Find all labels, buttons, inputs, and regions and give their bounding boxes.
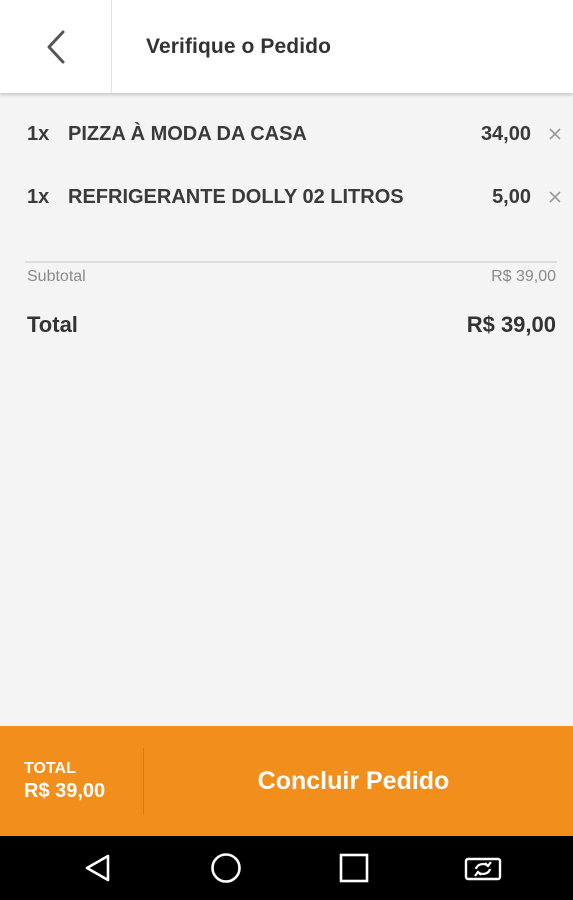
nav-recents-button[interactable]: [314, 836, 394, 900]
item-name: PIZZA À MODA DA CASA: [68, 123, 307, 145]
item-quantity: 1x: [27, 186, 50, 208]
item-price: 5,00: [492, 186, 531, 208]
square-recents-icon: [339, 853, 369, 883]
order-item: 1x REFRIGERANTE DOLLY 02 LITROS 5,00: [0, 168, 573, 231]
system-nav-bar: [0, 836, 573, 900]
total-label: Total: [27, 312, 78, 337]
close-icon: [549, 128, 561, 140]
summary-divider: [25, 261, 557, 263]
order-item: 1x PIZZA À MODA DA CASA 34,00: [0, 105, 573, 168]
order-item-list: 1x PIZZA À MODA DA CASA 34,00 1x REFRIGE…: [0, 105, 573, 231]
nav-back-button[interactable]: [58, 836, 138, 900]
circle-home-icon: [211, 853, 241, 883]
nav-home-button[interactable]: [186, 836, 266, 900]
chevron-left-icon: [47, 30, 64, 63]
item-name: REFRIGERANTE DOLLY 02 LITROS: [68, 186, 404, 208]
remove-item-button[interactable]: [546, 125, 564, 143]
item-price: 34,00: [480, 123, 531, 145]
app-header: Verifique o Pedido: [0, 0, 573, 93]
subtotal-value: R$ 39,00: [491, 268, 556, 285]
bar-total-label: TOTAL: [24, 760, 76, 777]
total-value: R$ 39,00: [466, 312, 556, 337]
conclude-order-button[interactable]: Concluir Pedido: [144, 726, 573, 836]
screen-rotate-icon: [464, 857, 502, 881]
page-title: Verifique o Pedido: [146, 35, 331, 58]
subtotal-label: Subtotal: [27, 268, 86, 285]
triangle-back-icon: [85, 854, 110, 882]
bar-total-value: R$ 39,00: [24, 780, 106, 802]
close-icon: [549, 191, 561, 203]
nav-extra-button[interactable]: [443, 836, 523, 900]
back-button[interactable]: [0, 0, 112, 93]
item-quantity: 1x: [27, 123, 50, 145]
remove-item-button[interactable]: [546, 188, 564, 206]
